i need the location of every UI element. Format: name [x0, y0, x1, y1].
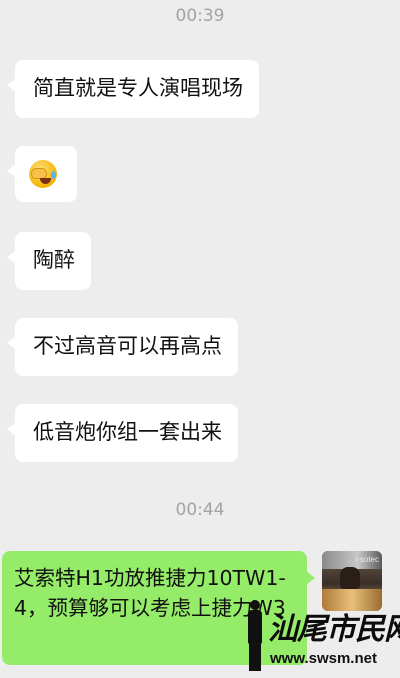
message-bubble-incoming[interactable]: [7, 146, 77, 202]
message-text: 陶醉: [33, 248, 75, 272]
figure-body: [248, 610, 262, 644]
timestamp: 00:44: [175, 500, 225, 520]
message-bubble-incoming[interactable]: 不过高音可以再高点: [7, 318, 238, 376]
message-text: 简直就是专人演唱现场: [33, 76, 243, 100]
figure-head: [250, 600, 260, 610]
timestamp: 00:39: [175, 6, 225, 26]
message-bubble-incoming[interactable]: 低音炮你组一套出来: [7, 404, 238, 462]
avatar-sign: i-sotec: [355, 555, 379, 564]
watermark: 汕尾市民网 www.swsm.net: [244, 600, 400, 672]
avatar-person: [340, 567, 360, 589]
watermark-figure-icon: [244, 600, 266, 672]
tear-shape: [51, 171, 56, 179]
message-text: 低音炮你组一套出来: [33, 420, 222, 444]
message-bubble-incoming[interactable]: 陶醉: [7, 232, 91, 290]
figure-legs: [249, 643, 261, 671]
message-text: 不过高音可以再高点: [33, 334, 222, 358]
message-bubble-incoming[interactable]: 简直就是专人演唱现场: [7, 60, 259, 118]
mouth-shape: [40, 178, 51, 184]
watermark-title: 汕尾市民网: [268, 612, 400, 647]
crying-laughing-emoji-icon: [29, 160, 57, 188]
watermark-url: www.swsm.net: [270, 650, 377, 667]
